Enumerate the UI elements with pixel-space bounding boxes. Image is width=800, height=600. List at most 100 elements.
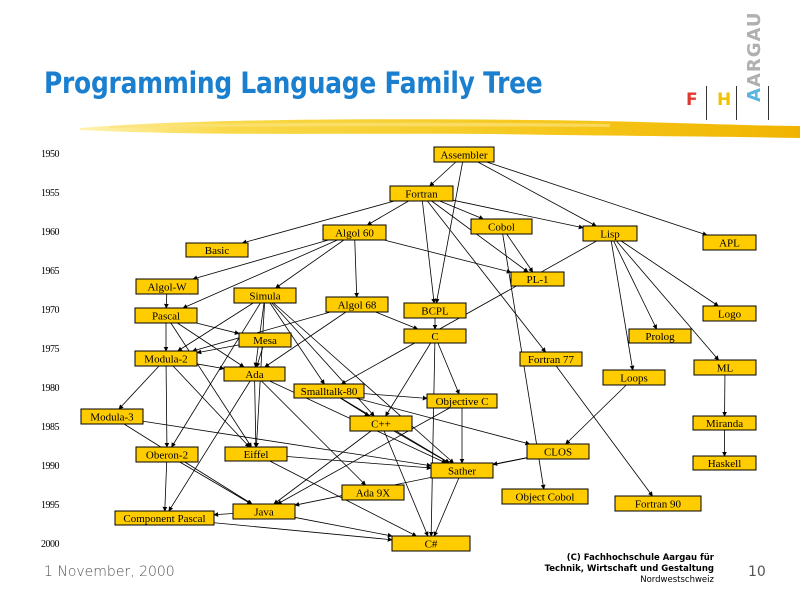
edge-sather-to-csharp	[433, 477, 460, 537]
edge-ada-to-cpascal	[168, 380, 251, 512]
node-sather: Sather	[430, 462, 494, 479]
edge-fortran-to-cobol	[439, 200, 484, 220]
node-label: Prolog	[645, 331, 675, 343]
node-label: Sather	[448, 466, 476, 478]
node-bcpl: BCPL	[403, 302, 467, 319]
node-label: Modula-2	[144, 354, 187, 366]
node-label: Fortran 90	[635, 499, 682, 511]
node-label: Pascal	[152, 311, 180, 323]
node-label: Modula-3	[90, 412, 134, 424]
node-ml: ML	[693, 359, 757, 376]
edge-assembler-to-fortran	[429, 161, 457, 187]
node-label: ML	[717, 363, 734, 375]
node-prolog: Prolog	[628, 328, 692, 344]
node-java: Java	[232, 503, 296, 520]
edge-lisp-to-logo	[620, 240, 719, 307]
node-label: C	[431, 331, 438, 343]
node-cobol: Cobol	[470, 218, 533, 235]
node-label: C++	[371, 419, 391, 431]
node-label: Algol-W	[147, 282, 187, 294]
node-apl: APL	[702, 234, 757, 251]
node-fortran90: Fortran 90	[614, 495, 702, 512]
node-miranda: Miranda	[692, 415, 757, 431]
node-oberon2: Oberon-2	[135, 446, 199, 463]
edge-c-to-objc	[437, 342, 460, 395]
edge-modula2-to-ada	[196, 363, 225, 371]
edge-modula2-to-oberon2	[164, 365, 170, 448]
language-family-diagram: Assembler Fortran Cobol Algol 60 Lisp APL Basi…	[80, 146, 757, 552]
node-label: Eiffel	[244, 449, 269, 461]
node-label: Ada	[245, 369, 263, 381]
edge-loops-to-clos	[565, 384, 627, 445]
node-objc: Objective C	[426, 393, 498, 409]
node-modula3: Modula-3	[80, 408, 144, 425]
node-label: Objective C	[436, 396, 489, 408]
edge-mesa-to-modula2	[196, 344, 240, 355]
edge-assembler-to-bcpl	[434, 161, 463, 304]
node-assembler: Assembler	[433, 146, 495, 163]
edge-assembler-to-lisp	[477, 161, 597, 227]
node-cpp: C++	[349, 415, 413, 432]
edge-cpp-to-sather	[393, 430, 450, 464]
footer-org-line3: Nordwestschweiz	[640, 575, 714, 585]
edge-fortran-to-pl1	[431, 200, 529, 273]
edge-java-to-cpascal	[213, 512, 234, 517]
node-csharp: C#	[391, 535, 471, 552]
node-lisp: Lisp	[582, 225, 638, 242]
node-ada: Ada	[223, 366, 286, 382]
edge-lisp-to-loops	[610, 240, 635, 371]
node-label: PL-1	[527, 274, 549, 286]
node-label: Miranda	[706, 418, 743, 430]
node-label: Loops	[620, 373, 648, 385]
node-clos: CLOS	[526, 443, 590, 460]
node-label: CLOS	[544, 447, 572, 459]
node-label: Assembler	[440, 150, 487, 162]
node-label: Simula	[249, 291, 280, 303]
edge-pascal-to-mesa	[196, 322, 240, 335]
edge-fortran-to-algol60	[366, 200, 409, 226]
node-algol60: Algol 60	[322, 224, 387, 241]
node-algolw: Algol-W	[135, 278, 199, 295]
node-label: Logo	[718, 309, 742, 321]
node-logo: Logo	[702, 305, 757, 322]
node-mesa: Mesa	[238, 332, 292, 348]
edge-lisp-to-prolog	[613, 240, 657, 330]
node-label: BCPL	[421, 306, 449, 318]
edge-ada-to-eiffel	[253, 380, 259, 448]
node-label: Oberon-2	[146, 450, 188, 462]
edge-simula-to-sather	[273, 302, 455, 464]
node-fortran: Fortran	[389, 185, 454, 202]
edge-oberon2-to-java	[179, 461, 252, 505]
node-label: Algol 68	[338, 300, 377, 312]
node-simula: Simula	[233, 287, 297, 304]
node-fortran77: Fortran 77	[519, 351, 583, 367]
node-label: Smalltalk-80	[301, 386, 358, 398]
node-pascal: Pascal	[134, 307, 198, 324]
edge-smalltalk80-to-objc	[363, 393, 428, 401]
node-label: Basic	[205, 245, 230, 257]
footer-org-line1: (C) Fachhochschule Aargau für	[566, 553, 714, 563]
page-number: 10	[748, 564, 766, 580]
node-label: Fortran 77	[528, 354, 575, 366]
edge-algol60-to-algol68	[354, 239, 359, 298]
edge-java-to-csharp	[294, 517, 393, 538]
edge-c-to-cpp	[385, 342, 432, 417]
node-label: Algol 60	[335, 228, 374, 240]
node-loops: Loops	[602, 369, 666, 386]
node-label: Lisp	[600, 229, 620, 241]
nodes-layer: Assembler Fortran Cobol Algol 60 Lisp APL Basi…	[80, 146, 757, 552]
edge-c-to-csharp	[428, 342, 436, 537]
node-objcobol: Object Cobol	[501, 488, 589, 505]
edges-layer	[118, 161, 728, 542]
node-label: C#	[425, 539, 438, 551]
node-ada9x: Ada 9X	[341, 484, 405, 501]
node-label: APL	[719, 238, 740, 250]
node-cpascal: Component Pascal	[114, 510, 215, 526]
edge-algol60-to-simula	[275, 239, 345, 289]
node-pl1: PL-1	[510, 271, 565, 287]
edge-modula3-to-java	[123, 423, 253, 505]
node-label: Object Cobol	[516, 492, 575, 504]
node-modula2: Modula-2	[134, 350, 198, 367]
footer-organization: (C) Fachhochschule Aargau für Technik, W…	[545, 553, 714, 586]
edge-oberon2-to-cpascal	[162, 461, 168, 512]
